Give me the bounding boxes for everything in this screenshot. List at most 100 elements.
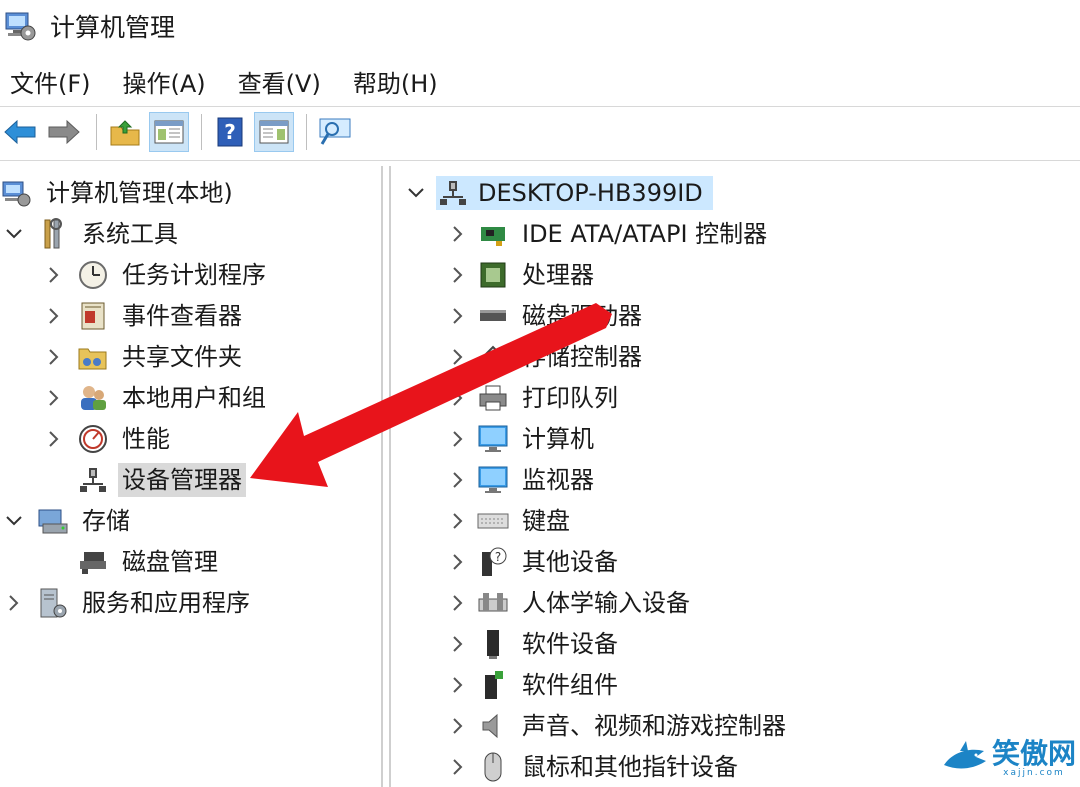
toolbar-separator [306, 114, 307, 150]
device-category-hid[interactable]: 人体学输入设备 [446, 582, 694, 623]
device-root[interactable]: DESKTOP-HB399ID [404, 172, 713, 213]
chevron-right-icon[interactable] [42, 263, 66, 287]
tree-item-label: 任务计划程序 [122, 260, 266, 289]
processor-icon [476, 258, 510, 292]
tree-item-system-tools[interactable]: 系统工具 [2, 213, 182, 254]
menu-file[interactable]: 文件(F) [2, 64, 99, 99]
speaker-icon [476, 709, 510, 743]
menu-action[interactable]: 操作(A) [115, 64, 214, 99]
toolbar-separator-line [0, 160, 1080, 161]
chevron-right-icon[interactable] [446, 427, 470, 451]
chevron-right-icon[interactable] [446, 714, 470, 738]
device-category-monitors[interactable]: 监视器 [446, 459, 598, 500]
device-category-label: 计算机 [522, 424, 594, 453]
device-category-label: 其他设备 [522, 547, 618, 576]
tree-item-local-users-groups[interactable]: 本地用户和组 [42, 377, 270, 418]
device-category-print-queues[interactable]: 打印队列 [446, 377, 622, 418]
tree-item-root[interactable]: 计算机管理(本地) [0, 172, 237, 213]
tree-item-label: 存储 [82, 506, 130, 535]
clock-icon [76, 258, 110, 292]
menu-help[interactable]: 帮助(H) [345, 64, 446, 99]
tree-item-label: 性能 [122, 424, 170, 453]
tree-item-device-manager[interactable]: 设备管理器 [76, 459, 246, 500]
pane-splitter[interactable] [381, 166, 391, 787]
forward-arrow-icon [48, 119, 80, 145]
properties-icon [319, 118, 351, 145]
tree-item-performance[interactable]: 性能 [42, 418, 174, 459]
device-category-processor[interactable]: 处理器 [446, 254, 598, 295]
menu-bar: 文件(F) 操作(A) 查看(V) 帮助(H) [0, 58, 462, 104]
device-root-highlight: DESKTOP-HB399ID [436, 175, 713, 210]
device-category-keyboards[interactable]: 键盘 [446, 500, 574, 541]
device-category-mice[interactable]: 鼠标和其他指针设备 [446, 746, 742, 787]
tree-item-disk-management[interactable]: 磁盘管理 [76, 541, 222, 582]
up-one-level-button[interactable] [105, 112, 145, 152]
chevron-right-icon[interactable] [446, 673, 470, 697]
show-hide-action-pane-button[interactable] [254, 112, 294, 152]
chevron-right-icon[interactable] [446, 386, 470, 410]
tree-item-label: 服务和应用程序 [82, 588, 250, 617]
chevron-right-icon[interactable] [42, 304, 66, 328]
tree-item-label: 计算机管理(本地) [46, 178, 233, 207]
tree-item-storage[interactable]: 存储 [2, 500, 134, 541]
storage-icon [36, 504, 70, 538]
watermark-url: xajjn.com [1003, 768, 1065, 778]
chevron-down-icon[interactable] [2, 222, 26, 246]
device-category-storage-controllers[interactable]: 存储控制器 [446, 336, 646, 377]
device-category-label: 键盘 [522, 506, 570, 535]
computer-monitor-icon [476, 422, 510, 456]
chevron-right-icon[interactable] [446, 304, 470, 328]
tree-item-label: 磁盘管理 [122, 547, 218, 576]
console-tree: 计算机管理(本地) 系统工具 任务计划程序 事件查看器 共享文件夹 本地用户和组… [0, 168, 380, 787]
chevron-right-icon[interactable] [446, 263, 470, 287]
back-button[interactable] [0, 112, 40, 152]
properties-button[interactable] [315, 112, 355, 152]
chevron-right-icon[interactable] [446, 509, 470, 533]
show-hide-console-tree-button[interactable] [149, 112, 189, 152]
chevron-right-icon[interactable] [446, 591, 470, 615]
device-category-disk-drives[interactable]: 磁盘驱动器 [446, 295, 646, 336]
chevron-right-icon[interactable] [446, 345, 470, 369]
users-icon [76, 381, 110, 415]
device-category-label: 处理器 [522, 260, 594, 289]
tree-item-services-applications[interactable]: 服务和应用程序 [2, 582, 254, 623]
chevron-right-icon[interactable] [2, 591, 26, 615]
tree-item-label: 事件查看器 [122, 301, 242, 330]
forward-button[interactable] [44, 112, 84, 152]
chevron-right-icon[interactable] [42, 345, 66, 369]
tree-item-event-viewer[interactable]: 事件查看器 [42, 295, 246, 336]
computer-name: DESKTOP-HB399ID [478, 178, 703, 207]
device-category-label: 软件设备 [522, 629, 618, 658]
chevron-right-icon[interactable] [446, 550, 470, 574]
device-category-software-components[interactable]: 软件组件 [446, 664, 622, 705]
device-category-sound[interactable]: 声音、视频和游戏控制器 [446, 705, 790, 746]
event-viewer-icon [76, 299, 110, 333]
chevron-right-icon[interactable] [42, 386, 66, 410]
chevron-right-icon[interactable] [42, 427, 66, 451]
disk-management-icon [76, 545, 110, 579]
help-button[interactable]: ? [210, 112, 250, 152]
chevron-right-icon[interactable] [446, 632, 470, 656]
tree-item-shared-folders[interactable]: 共享文件夹 [42, 336, 246, 377]
device-category-label: 人体学输入设备 [522, 588, 690, 617]
svg-text:?: ? [224, 120, 236, 144]
device-category-ide[interactable]: IDE ATA/ATAPI 控制器 [446, 213, 771, 254]
chevron-down-icon[interactable] [2, 509, 26, 533]
chevron-right-icon[interactable] [446, 468, 470, 492]
storage-controller-icon [476, 340, 510, 374]
printer-icon [476, 381, 510, 415]
unknown-device-icon: ? [476, 545, 510, 579]
chevron-right-icon[interactable] [446, 222, 470, 246]
chevron-right-icon[interactable] [446, 755, 470, 779]
software-device-icon [476, 627, 510, 661]
device-category-software-devices[interactable]: 软件设备 [446, 623, 622, 664]
chevron-down-icon[interactable] [404, 181, 428, 205]
tree-item-task-scheduler[interactable]: 任务计划程序 [42, 254, 270, 295]
device-category-other-devices[interactable]: ? 其他设备 [446, 541, 622, 582]
monitor-icon [476, 463, 510, 497]
device-category-computer[interactable]: 计算机 [446, 418, 598, 459]
menu-view[interactable]: 查看(V) [230, 64, 329, 99]
device-tree: DESKTOP-HB399ID IDE ATA/ATAPI 控制器 处理器 磁盘… [392, 168, 1080, 787]
svg-text:?: ? [495, 550, 501, 564]
toolbar: ? [0, 108, 1080, 156]
